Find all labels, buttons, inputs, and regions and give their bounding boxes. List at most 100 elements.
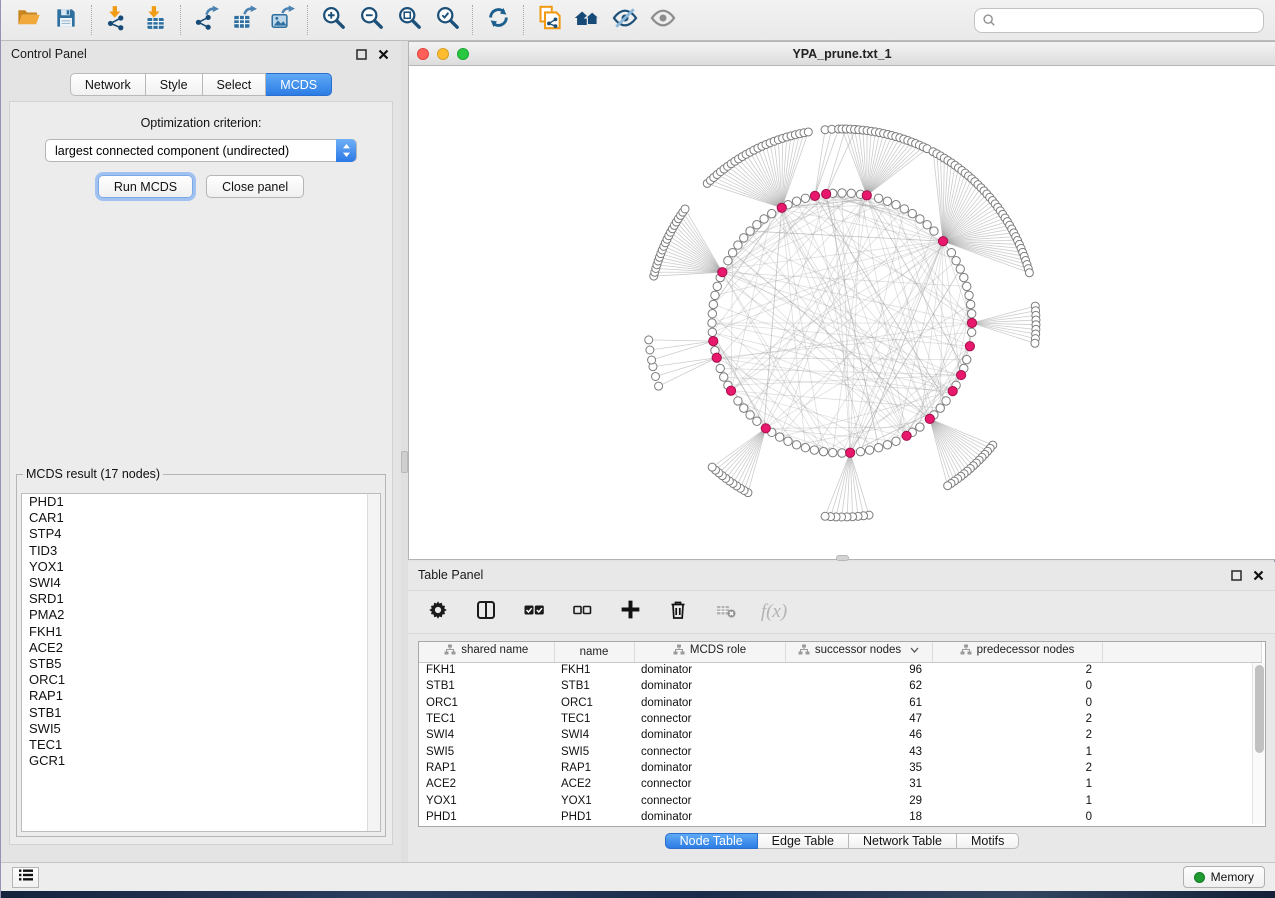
duplicate-network-button[interactable] [530,3,568,37]
deselect-all-button[interactable] [568,598,596,626]
table-cell[interactable]: FKH1 [419,662,554,678]
show-all-button[interactable] [644,3,682,37]
column-header-name[interactable]: name [554,642,634,662]
mcds-result-item[interactable]: SWI4 [22,575,380,591]
toggle-panel-button[interactable] [472,598,500,626]
table-cell[interactable]: YOX1 [419,792,554,808]
tab-motifs[interactable]: Motifs [957,833,1019,849]
table-row[interactable]: SWI4SWI4dominator462 [419,727,1262,743]
window-minimize-button[interactable] [437,48,449,60]
mcds-result-item[interactable]: STP4 [22,526,380,542]
horizontal-splitter[interactable] [836,555,849,561]
table-row[interactable]: FKH1FKH1dominator962 [419,662,1262,678]
table-cell[interactable]: ACE2 [554,776,634,792]
import-network-button[interactable] [98,3,136,37]
function-builder-button[interactable]: f(x) [760,598,788,626]
table-cell[interactable]: 2 [932,727,1102,743]
float-panel-icon[interactable] [353,46,369,62]
table-cell[interactable]: STB1 [554,678,634,694]
table-cell[interactable]: connector [634,743,785,759]
table-cell[interactable]: 96 [785,662,932,678]
mcds-result-item[interactable]: PMA2 [22,607,380,623]
add-column-button[interactable] [616,598,644,626]
table-cell[interactable]: ACE2 [419,776,554,792]
mcds-result-item[interactable]: RAP1 [22,688,380,704]
export-image-button[interactable] [263,3,301,37]
network-canvas[interactable] [409,66,1275,559]
table-cell[interactable]: TEC1 [419,711,554,727]
mcds-result-list[interactable]: PHD1CAR1STP4TID3YOX1SWI4SRD1PMA2FKH1ACE2… [21,493,381,832]
table-scrollbar[interactable] [1252,663,1265,824]
table-cell[interactable]: 35 [785,760,932,776]
column-header-successor-nodes[interactable]: successor nodes [785,642,932,662]
table-cell[interactable]: dominator [634,727,785,743]
table-cell[interactable]: dominator [634,678,785,694]
table-cell[interactable]: YOX1 [554,792,634,808]
table-cell[interactable]: 62 [785,678,932,694]
window-close-button[interactable] [417,48,429,60]
mcds-result-item[interactable]: ACE2 [22,640,380,656]
table-cell[interactable]: connector [634,776,785,792]
table-cell[interactable]: 61 [785,695,932,711]
export-table-button[interactable] [225,3,263,37]
table-row[interactable]: YOX1YOX1connector291 [419,792,1262,808]
mcds-result-item[interactable]: TEC1 [22,737,380,753]
table-cell[interactable]: ORC1 [554,695,634,711]
table-cell[interactable]: 2 [932,760,1102,776]
tab-edge-table[interactable]: Edge Table [758,833,849,849]
zoom-selected-button[interactable] [428,3,466,37]
export-network-button[interactable] [187,3,225,37]
table-cell[interactable]: 0 [932,695,1102,711]
table-cell[interactable]: 46 [785,727,932,743]
table-cell[interactable]: STB1 [419,678,554,694]
select-all-button[interactable] [520,598,548,626]
table-cell[interactable]: 2 [932,662,1102,678]
table-cell[interactable]: 1 [932,743,1102,759]
close-panel-icon[interactable] [375,46,391,62]
table-cell[interactable]: 29 [785,792,932,808]
search-input[interactable] [1001,13,1256,27]
table-cell[interactable]: 0 [932,809,1102,825]
column-header-shared-name[interactable]: shared name [419,642,554,662]
refresh-view-button[interactable] [479,3,517,37]
table-cell[interactable]: dominator [634,809,785,825]
mcds-result-item[interactable]: SWI5 [22,721,380,737]
table-cell[interactable]: dominator [634,695,785,711]
table-cell[interactable]: SWI5 [554,743,634,759]
zoom-fit-button[interactable] [390,3,428,37]
table-cell[interactable]: RAP1 [554,760,634,776]
mcds-result-item[interactable]: GCR1 [22,753,380,769]
close-table-panel-icon[interactable] [1250,567,1266,583]
table-cell[interactable]: dominator [634,662,785,678]
splitter-grip[interactable] [401,451,408,473]
table-cell[interactable]: SWI5 [419,743,554,759]
delete-table-button[interactable] [712,598,740,626]
tab-network[interactable]: Network [70,73,146,96]
mcds-result-item[interactable]: CAR1 [22,510,380,526]
network-graph[interactable] [409,66,1275,559]
mcds-result-item[interactable]: STB1 [22,705,380,721]
result-list-scrollbar[interactable] [367,494,380,831]
table-cell[interactable]: 31 [785,776,932,792]
table-cell[interactable]: RAP1 [419,760,554,776]
network-window-titlebar[interactable]: YPA_prune.txt_1 [409,42,1275,66]
table-row[interactable]: RAP1RAP1dominator352 [419,760,1262,776]
table-row[interactable]: PHD1PHD1dominator180 [419,809,1262,825]
zoom-in-button[interactable] [314,3,352,37]
float-table-panel-icon[interactable] [1228,567,1244,583]
table-cell[interactable]: 43 [785,743,932,759]
table-row[interactable]: STB1STB1dominator620 [419,678,1262,694]
import-table-button[interactable] [136,3,174,37]
table-cell[interactable]: PHD1 [419,809,554,825]
table-row[interactable]: TEC1TEC1connector472 [419,711,1262,727]
delete-column-button[interactable] [664,598,692,626]
window-maximize-button[interactable] [457,48,469,60]
table-cell[interactable]: connector [634,711,785,727]
table-cell[interactable]: TEC1 [554,711,634,727]
mcds-result-item[interactable]: FKH1 [22,624,380,640]
open-session-button[interactable] [9,3,47,37]
mcds-result-item[interactable]: SRD1 [22,591,380,607]
table-cell[interactable]: 0 [932,678,1102,694]
table-row[interactable]: SWI5SWI5connector431 [419,743,1262,759]
table-cell[interactable]: ORC1 [419,695,554,711]
